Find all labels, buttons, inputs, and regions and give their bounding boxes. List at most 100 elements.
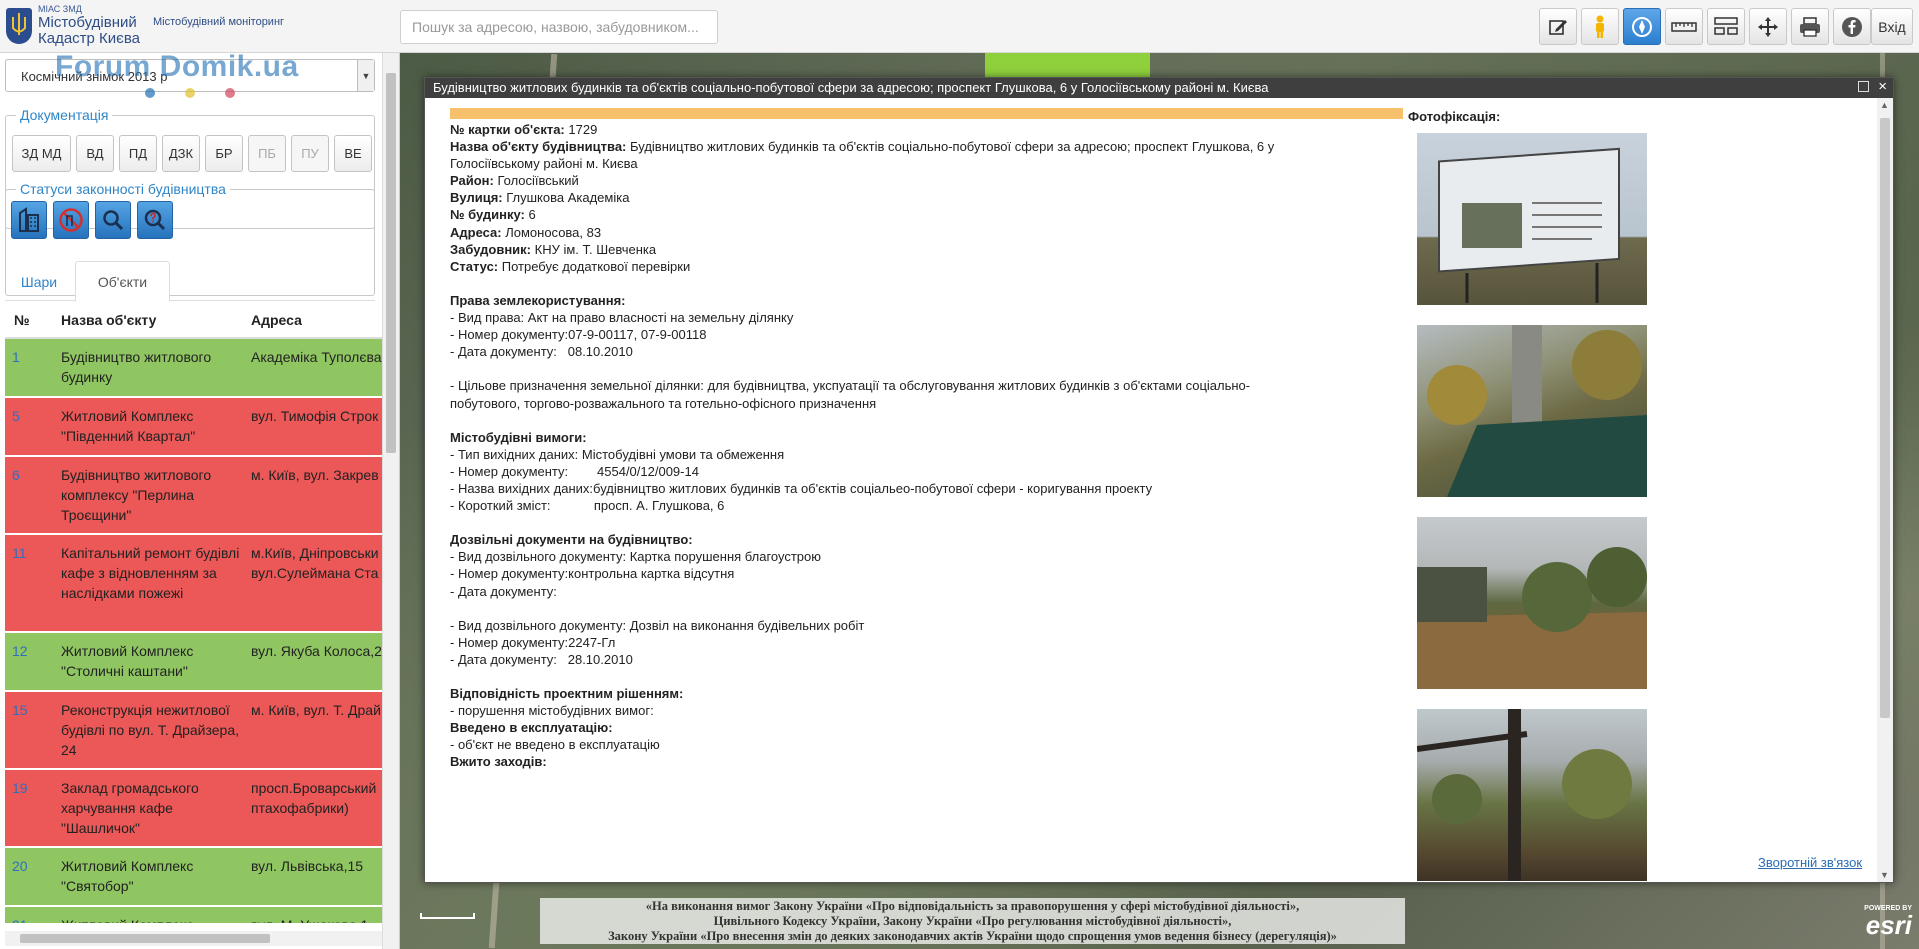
row-object-name: Капітальний ремонт будівлі кафе з віднов…: [61, 545, 240, 601]
row-address: м.Київ, Дніпровськи вул.Сулеймана Ста: [251, 545, 379, 581]
detail-label: Містобудівні вимоги:: [450, 429, 587, 445]
detail-value: - Номер документу:контрольна картка відс…: [450, 566, 735, 582]
detail-line: - Тип вихідних даних: Містобудівні умови…: [450, 446, 1350, 463]
layers-button[interactable]: [1707, 8, 1745, 45]
row-address: м. Київ, вул. Т. Драй: [251, 702, 381, 718]
detail-value: 1729: [564, 122, 598, 137]
doc-button-ve[interactable]: ВЕ: [334, 135, 372, 172]
detail-line: № картки об'єкта: 1729: [450, 121, 1350, 138]
detail-value: - Тип вихідних даних: Містобудівні умови…: [450, 446, 785, 462]
row-object-name: Заклад громадського харчування кафе "Шаш…: [61, 780, 199, 836]
kyiv-emblem-icon: [6, 8, 32, 44]
legal-notice-line: Цивільного Кодексу України, Закону Украї…: [713, 914, 1232, 928]
row-address: просп.Броварський птахофабрики): [251, 780, 377, 816]
logo-subtitle: Містобудівний моніторинг: [153, 16, 285, 28]
print-button[interactable]: [1791, 8, 1829, 45]
edit-icon: [1549, 19, 1567, 35]
doc-button-pd[interactable]: ПД: [119, 135, 157, 172]
doc-button-dzk[interactable]: ДЗК: [162, 135, 200, 172]
status-color-bar: [450, 108, 1403, 119]
legal-notice: «На виконання вимог Закону України «Про …: [540, 898, 1405, 944]
tab-layers[interactable]: Шари: [5, 261, 73, 302]
scroll-up-icon[interactable]: ▲: [1880, 100, 1889, 110]
popup-scrollbar[interactable]: ▲ ▼: [1877, 98, 1893, 882]
detail-line: Містобудівні вимоги:: [450, 429, 1350, 446]
detail-value: - Дата документу:: [450, 583, 557, 599]
table-row[interactable]: 12 Житловий Комплекс "Столичні каштани" ву…: [5, 633, 383, 691]
detail-line: - Номер документу:2247-Гл: [450, 634, 1350, 651]
row-object-name: Будівництво житлового комплексу "Перлина…: [61, 467, 212, 523]
detail-label: Відповідність проектним рішенням:: [450, 686, 684, 702]
status-check-button[interactable]: [95, 201, 131, 239]
object-photo[interactable]: [1417, 517, 1647, 689]
table-horizontal-scrollbar[interactable]: [5, 931, 382, 946]
object-photo[interactable]: [1417, 325, 1647, 497]
table-row[interactable]: 5 Житловий Комплекс "Південний Квартал" ву…: [5, 398, 383, 456]
detail-value: 6: [524, 207, 536, 223]
map-scale-bar: [420, 913, 475, 919]
doc-button-zd-md[interactable]: ЗД МД: [12, 135, 71, 172]
doc-button-pb[interactable]: ПБ: [248, 135, 286, 172]
detail-value: - Назва вихідних даних:будівництво житло…: [450, 480, 1153, 496]
table-row[interactable]: 20 Житловий Комплекс "Святобор" вул. Львів…: [5, 848, 383, 906]
detail-label: № картки об'єкта:: [450, 122, 565, 137]
detail-line: № будинку: 6: [450, 206, 1350, 223]
row-object-name: Житловий Комплекс "Південний Квартал": [61, 408, 196, 444]
left-panel-scrollbar[interactable]: [382, 53, 399, 949]
login-button[interactable]: Вхід: [1871, 8, 1913, 45]
documentation-legend: Документація: [20, 107, 109, 123]
scrollbar-thumb[interactable]: [1880, 118, 1890, 718]
table-row[interactable]: 1 Будівництво житлового будинку Академіка …: [5, 339, 383, 397]
doc-button-pu[interactable]: ПУ: [291, 135, 329, 172]
detail-label: Права землекористування:: [450, 292, 626, 308]
detail-line: - Номер документу: 4554/0/12/009-14: [450, 463, 1350, 480]
detail-value: - Номер документу:2247-Гл: [450, 634, 616, 650]
detail-line: - Назва вихідних даних:будівництво житло…: [450, 480, 1350, 497]
feedback-link[interactable]: Зворотній зв'язок: [1758, 855, 1862, 870]
detail-line: Дозвільні документи на будівництво:: [450, 531, 1350, 548]
object-photo[interactable]: [1417, 709, 1647, 881]
table-row[interactable]: 11 Капітальний ремонт будівлі кафе з відн…: [5, 535, 383, 632]
scrollbar-thumb[interactable]: [386, 73, 396, 453]
detail-label: Адреса:: [450, 224, 502, 240]
detail-line: побутового, торгово-розважального та гот…: [450, 395, 1350, 412]
table-row[interactable]: 6 Будівництво житлового комплексу "Перлин…: [5, 457, 383, 534]
doc-button-br[interactable]: БР: [205, 135, 243, 172]
object-photo[interactable]: [1417, 133, 1647, 305]
map-zone-highlight[interactable]: [985, 53, 1150, 78]
compass-button[interactable]: [1623, 8, 1661, 45]
scroll-down-icon[interactable]: ▼: [1880, 870, 1889, 880]
pan-button[interactable]: [1749, 8, 1787, 45]
scrollbar-thumb[interactable]: [20, 934, 270, 943]
esri-logo[interactable]: POWERED BY esri: [1852, 905, 1912, 938]
street-view-button[interactable]: [1581, 8, 1619, 45]
watermark-dot: [225, 88, 235, 98]
facebook-button[interactable]: [1833, 8, 1871, 45]
doc-button-vd[interactable]: ВД: [76, 135, 114, 172]
table-row[interactable]: 15 Реконструкція нежитлової будівлі по ву…: [5, 692, 383, 769]
tab-objects[interactable]: Об'єкти: [75, 261, 170, 302]
table-row[interactable]: 21 Житловий Комплекс "Арсенал" вул. М. Уша…: [5, 907, 383, 923]
column-header-address: Адреса: [251, 312, 302, 328]
maximize-icon[interactable]: [1858, 81, 1869, 92]
detail-value: - Цільове призначення земельної ділянки:…: [450, 378, 1251, 394]
status-unknown-button[interactable]: [137, 201, 173, 239]
esri-name: esri: [1865, 910, 1912, 940]
left-panel: Космічний знімок 2013 р ▼ Forum Domik.ua…: [0, 53, 400, 949]
edit-button[interactable]: [1539, 8, 1577, 45]
status-legal-button[interactable]: [11, 201, 47, 239]
search-input[interactable]: [400, 10, 718, 44]
search-icon: [103, 210, 124, 231]
status-illegal-button[interactable]: [53, 201, 89, 239]
row-address: вул. Львівська,15: [251, 858, 364, 874]
detail-line: - Вид права: Акт на право власності на з…: [450, 309, 1350, 326]
row-number: 12: [12, 643, 28, 659]
detail-value: КНУ ім. Т. Шевченка: [531, 241, 657, 257]
close-icon[interactable]: ×: [1878, 78, 1887, 95]
measure-button[interactable]: [1665, 8, 1703, 45]
detail-line: Відповідність проектним рішенням:: [450, 685, 1350, 702]
table-row[interactable]: 19 Заклад громадського харчування кафе "Ш…: [5, 770, 383, 847]
row-object-name: Реконструкція нежитлової будівлі по вул.…: [61, 702, 240, 758]
detail-value: Глушкова Академіка: [502, 190, 630, 206]
detail-value: - об'єкт не введено в експлуатацію: [450, 737, 660, 753]
